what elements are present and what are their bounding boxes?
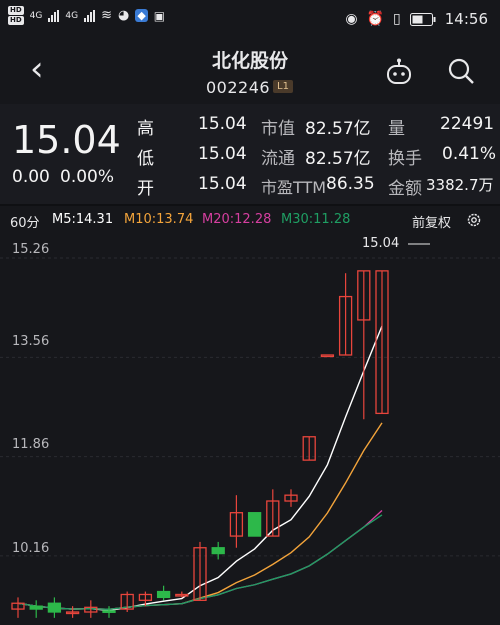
value-high: 15.04 (198, 114, 247, 134)
nav-header: ‹ 北化股份 002246 L1 (0, 38, 500, 102)
label-high: 高 (137, 119, 154, 139)
candle-body (29, 605, 43, 610)
price-change-pct: 0.00% (60, 167, 115, 187)
gear-icon[interactable] (466, 212, 482, 228)
gallery-icon: ▣ (153, 8, 166, 23)
label-volume: 量 (388, 119, 405, 139)
last-price: 15.04 (12, 118, 121, 162)
candle-body (211, 547, 225, 555)
y-tick-label: 15.26 (12, 242, 50, 257)
value-float: 82.57亿 (305, 149, 371, 169)
hd-badge-1: HD (8, 6, 24, 15)
network-label-2: 4G (65, 10, 79, 21)
battery-icon (409, 12, 436, 26)
stock-code: 002246 (206, 78, 271, 97)
y-tick-label: 10.16 (12, 541, 50, 556)
candle-body (320, 354, 335, 358)
search-icon[interactable] (446, 56, 476, 86)
value-pe-ttm: 86.35 (326, 174, 375, 194)
period-selector[interactable]: 60分 (10, 212, 40, 231)
ma10-label: M10:13.74 (124, 212, 194, 227)
value-volume: 22491 (440, 114, 495, 134)
max-price-label: 15.04 (362, 236, 400, 251)
ma20-label: M20:12.28 (202, 212, 272, 227)
kline-chart[interactable]: 15.26 13.56 11.86 10.16 15.04 (0, 232, 500, 621)
status-bar: HD HD 4G 4G ≋ ◕ ◆ ▣ ◉ ⏰ ▯ 14:56 (0, 0, 500, 38)
label-market-cap: 市值 (261, 119, 295, 139)
clock-time: 14:56 (444, 10, 488, 28)
value-amount: 3382.7万 (426, 176, 494, 194)
value-open: 15.04 (198, 174, 247, 194)
ma30-label: M30:11.28 (281, 212, 351, 227)
value-market-cap: 82.57亿 (305, 119, 371, 139)
price-change: 0.00 (12, 167, 50, 187)
value-low: 15.04 (198, 144, 247, 164)
ghost-icon: ◕ (117, 8, 130, 23)
network-label-1: 4G (29, 10, 43, 21)
y-tick-label: 11.86 (12, 437, 50, 452)
label-open: 开 (137, 179, 154, 199)
app-notification-icon: ◆ (135, 9, 148, 22)
label-low: 低 (137, 149, 154, 169)
kline-svg (0, 243, 500, 618)
alarm-icon: ⏰ (366, 11, 385, 27)
hd-badge-2: HD (8, 16, 24, 25)
candle-body (102, 610, 116, 613)
label-turnover: 换手 (388, 149, 422, 169)
candle-body (156, 590, 171, 599)
y-tick-label: 13.56 (12, 334, 50, 349)
stock-name: 北化股份 (211, 50, 288, 72)
label-float: 流通 (261, 149, 295, 169)
level-badge: L1 (273, 80, 293, 93)
label-amount: 金额 (388, 179, 422, 199)
signal-icon (48, 9, 60, 22)
wifi-icon: ≋ (101, 8, 112, 23)
candle-body (247, 512, 262, 537)
adjust-mode-selector[interactable]: 前复权 (412, 212, 451, 231)
label-pe-ttm: 市盈TTM (261, 178, 327, 197)
vibrate-icon: ▯ (393, 11, 401, 27)
value-turnover: 0.41% (442, 144, 497, 164)
assistant-robot-icon[interactable] (384, 58, 414, 86)
ma5-label: M5:14.31 (52, 212, 114, 227)
section-divider (0, 204, 500, 206)
quote-panel: 15.04 0.00 0.00% 高 15.04 市值 82.57亿 量 224… (0, 104, 500, 204)
eye-icon: ◉ (345, 11, 358, 27)
candle-body (47, 602, 62, 613)
signal-icon-2 (84, 9, 96, 22)
